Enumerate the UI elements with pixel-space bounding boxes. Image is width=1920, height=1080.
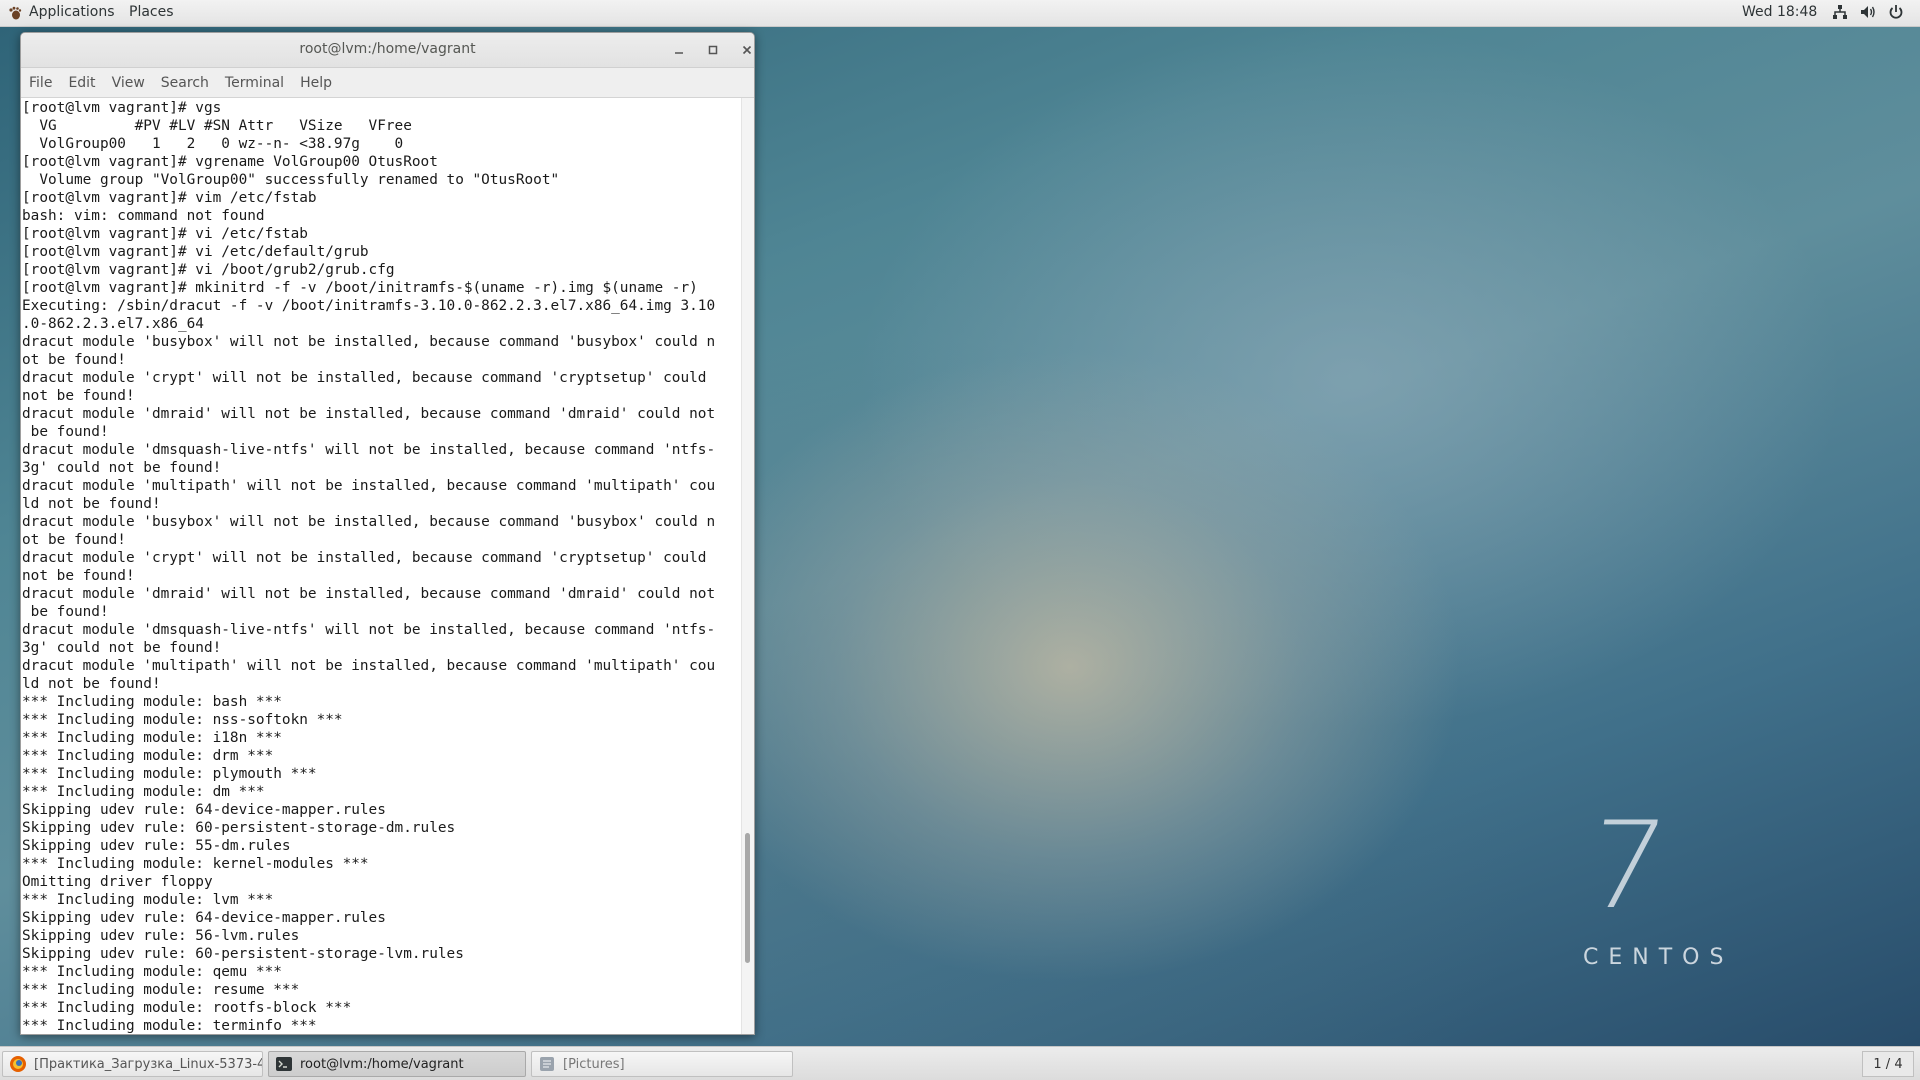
terminal-line: .0-862.2.3.el7.x86_64 [22, 316, 204, 332]
terminal-line: [root@lvm vagrant]# vi /etc/default/grub [22, 244, 369, 260]
menu-file[interactable]: File [29, 75, 52, 91]
minimize-button[interactable] [668, 39, 690, 61]
power-icon[interactable] [1888, 4, 1904, 20]
menu-edit[interactable]: Edit [68, 75, 95, 91]
terminal-line: *** Including module: plymouth *** [22, 766, 317, 782]
menu-terminal[interactable]: Terminal [225, 75, 284, 91]
terminal-line: VolGroup00 1 2 0 wz--n- <38.97g 0 [22, 136, 404, 152]
task-terminal-label: root@lvm:/home/vagrant [300, 1056, 464, 1072]
terminal-line: dracut module 'multipath' will not be in… [22, 658, 716, 674]
terminal-line: *** Including module: dm *** [22, 784, 265, 800]
terminal-line: *** Including module: kernel-modules *** [22, 856, 369, 872]
terminal-line: Executing: /sbin/dracut -f -v /boot/init… [22, 298, 716, 314]
terminal-line: VG #PV #LV #SN Attr VSize VFree [22, 118, 412, 134]
terminal-line: dracut module 'dmraid' will not be insta… [22, 406, 716, 422]
close-button[interactable] [736, 39, 754, 61]
window-title: root@lvm:/home/vagrant [299, 41, 476, 57]
terminal-line: [root@lvm vagrant]# vgrename VolGroup00 … [22, 154, 438, 170]
gnome-foot-icon [9, 6, 22, 20]
terminal-line: ld not be found! [22, 496, 161, 512]
terminal-line: [root@lvm vagrant]# vi /etc/fstab [22, 226, 308, 242]
terminal-line: *** Including module: rootfs-block *** [22, 1000, 352, 1016]
terminal-line: dracut module 'multipath' will not be in… [22, 478, 716, 494]
task-browser-label: [Практика_Загрузка_Linux-5373-49... [34, 1056, 263, 1072]
terminal-line: *** Including module: i18n *** [22, 730, 282, 746]
terminal-scrollbar[interactable] [741, 98, 754, 1034]
terminal-line: *** Including module: resume *** [22, 982, 300, 998]
terminal-line: bash: vim: command not found [22, 208, 265, 224]
terminal-line: [root@lvm vagrant]# mkinitrd -f -v /boot… [22, 280, 698, 296]
terminal-line: ot be found! [22, 532, 126, 548]
terminal-line: not be found! [22, 388, 135, 404]
terminal-line: 3g' could not be found! [22, 460, 222, 476]
task-browser[interactable]: [Практика_Загрузка_Linux-5373-49... [2, 1051, 263, 1077]
terminal-line: *** Including module: qemu *** [22, 964, 282, 980]
terminal-line: Skipping udev rule: 55-dm.rules [22, 838, 291, 854]
folder-icon [540, 1057, 554, 1071]
centos-logo-word: CENTOS [1583, 945, 1734, 970]
terminal-line: dracut module 'busybox' will not be inst… [22, 334, 716, 350]
terminal-menubar: File Edit View Search Terminal Help [21, 68, 754, 98]
terminal-line: dracut module 'dmsquash-live-ntfs' will … [22, 442, 716, 458]
task-pictures-label: [Pictures] [563, 1056, 625, 1072]
firefox-icon [10, 1056, 26, 1072]
task-pictures[interactable]: [Pictures] [531, 1051, 793, 1077]
applications-menu[interactable]: Applications [8, 4, 115, 20]
terminal-line: Skipping udev rule: 60-persistent-storag… [22, 946, 464, 962]
terminal-line: *** Including module: drm *** [22, 748, 274, 764]
applications-label[interactable]: Applications [29, 4, 115, 20]
close-icon [742, 45, 752, 55]
terminal-line: ld not be found! [22, 676, 161, 692]
top-panel: Applications Places Wed 18:48 [0, 0, 1920, 27]
menu-view[interactable]: View [112, 75, 145, 91]
terminal-line: Skipping udev rule: 64-device-mapper.rul… [22, 910, 386, 926]
terminal-text[interactable]: [root@lvm vagrant]# vgs VG #PV #LV #SN A… [21, 98, 754, 1034]
terminal-line: [root@lvm vagrant]# vi /boot/grub2/grub.… [22, 262, 395, 278]
system-tray[interactable] [1832, 4, 1904, 20]
terminal-line: *** Including module: terminfo *** [22, 1018, 317, 1034]
maximize-button[interactable] [702, 39, 724, 61]
terminal-icon [276, 1057, 292, 1071]
terminal-line: *** Including module: bash *** [22, 694, 282, 710]
terminal-line: dracut module 'dmsquash-live-ntfs' will … [22, 622, 716, 638]
terminal-line: Omitting driver floppy [22, 874, 213, 890]
terminal-line: dracut module 'crypt' will not be instal… [22, 370, 707, 386]
terminal-output[interactable]: [root@lvm vagrant]# vgs VG #PV #LV #SN A… [21, 98, 754, 1034]
menu-help[interactable]: Help [300, 75, 332, 91]
window-list-panel: [Практика_Загрузка_Linux-5373-49... root… [0, 1046, 1920, 1080]
terminal-line: Skipping udev rule: 56-lvm.rules [22, 928, 300, 944]
terminal-line: Volume group "VolGroup00" successfully r… [22, 172, 560, 188]
terminal-window: root@lvm:/home/vagrant File Edit View Se… [20, 32, 755, 1035]
terminal-line: *** Including module: nss-softokn *** [22, 712, 343, 728]
scrollbar-thumb[interactable] [745, 833, 750, 963]
terminal-line: dracut module 'dmraid' will not be insta… [22, 586, 716, 602]
terminal-line: be found! [22, 424, 109, 440]
terminal-line: not be found! [22, 568, 135, 584]
centos-logo-number: 7 [1578, 797, 1675, 936]
terminal-line: dracut module 'crypt' will not be instal… [22, 550, 707, 566]
terminal-line: Skipping udev rule: 64-device-mapper.rul… [22, 802, 386, 818]
terminal-line: dracut module 'busybox' will not be inst… [22, 514, 716, 530]
clock[interactable]: Wed 18:48 [1742, 4, 1817, 20]
terminal-line: be found! [22, 604, 109, 620]
terminal-line: [root@lvm vagrant]# vgs [22, 100, 222, 116]
places-menu[interactable]: Places [129, 4, 174, 20]
task-terminal[interactable]: root@lvm:/home/vagrant [268, 1051, 526, 1077]
network-icon[interactable] [1832, 4, 1848, 20]
window-titlebar[interactable]: root@lvm:/home/vagrant [21, 33, 754, 68]
volume-icon[interactable] [1860, 4, 1876, 20]
terminal-line: ot be found! [22, 352, 126, 368]
minimize-icon [675, 52, 683, 54]
terminal-line: 3g' could not be found! [22, 640, 222, 656]
terminal-line: Skipping udev rule: 60-persistent-storag… [22, 820, 456, 836]
menu-search[interactable]: Search [161, 75, 209, 91]
workspace-switcher[interactable]: 1 / 4 [1862, 1051, 1914, 1077]
terminal-line: *** Including module: lvm *** [22, 892, 274, 908]
maximize-icon [708, 45, 718, 55]
terminal-line: [root@lvm vagrant]# vim /etc/fstab [22, 190, 317, 206]
